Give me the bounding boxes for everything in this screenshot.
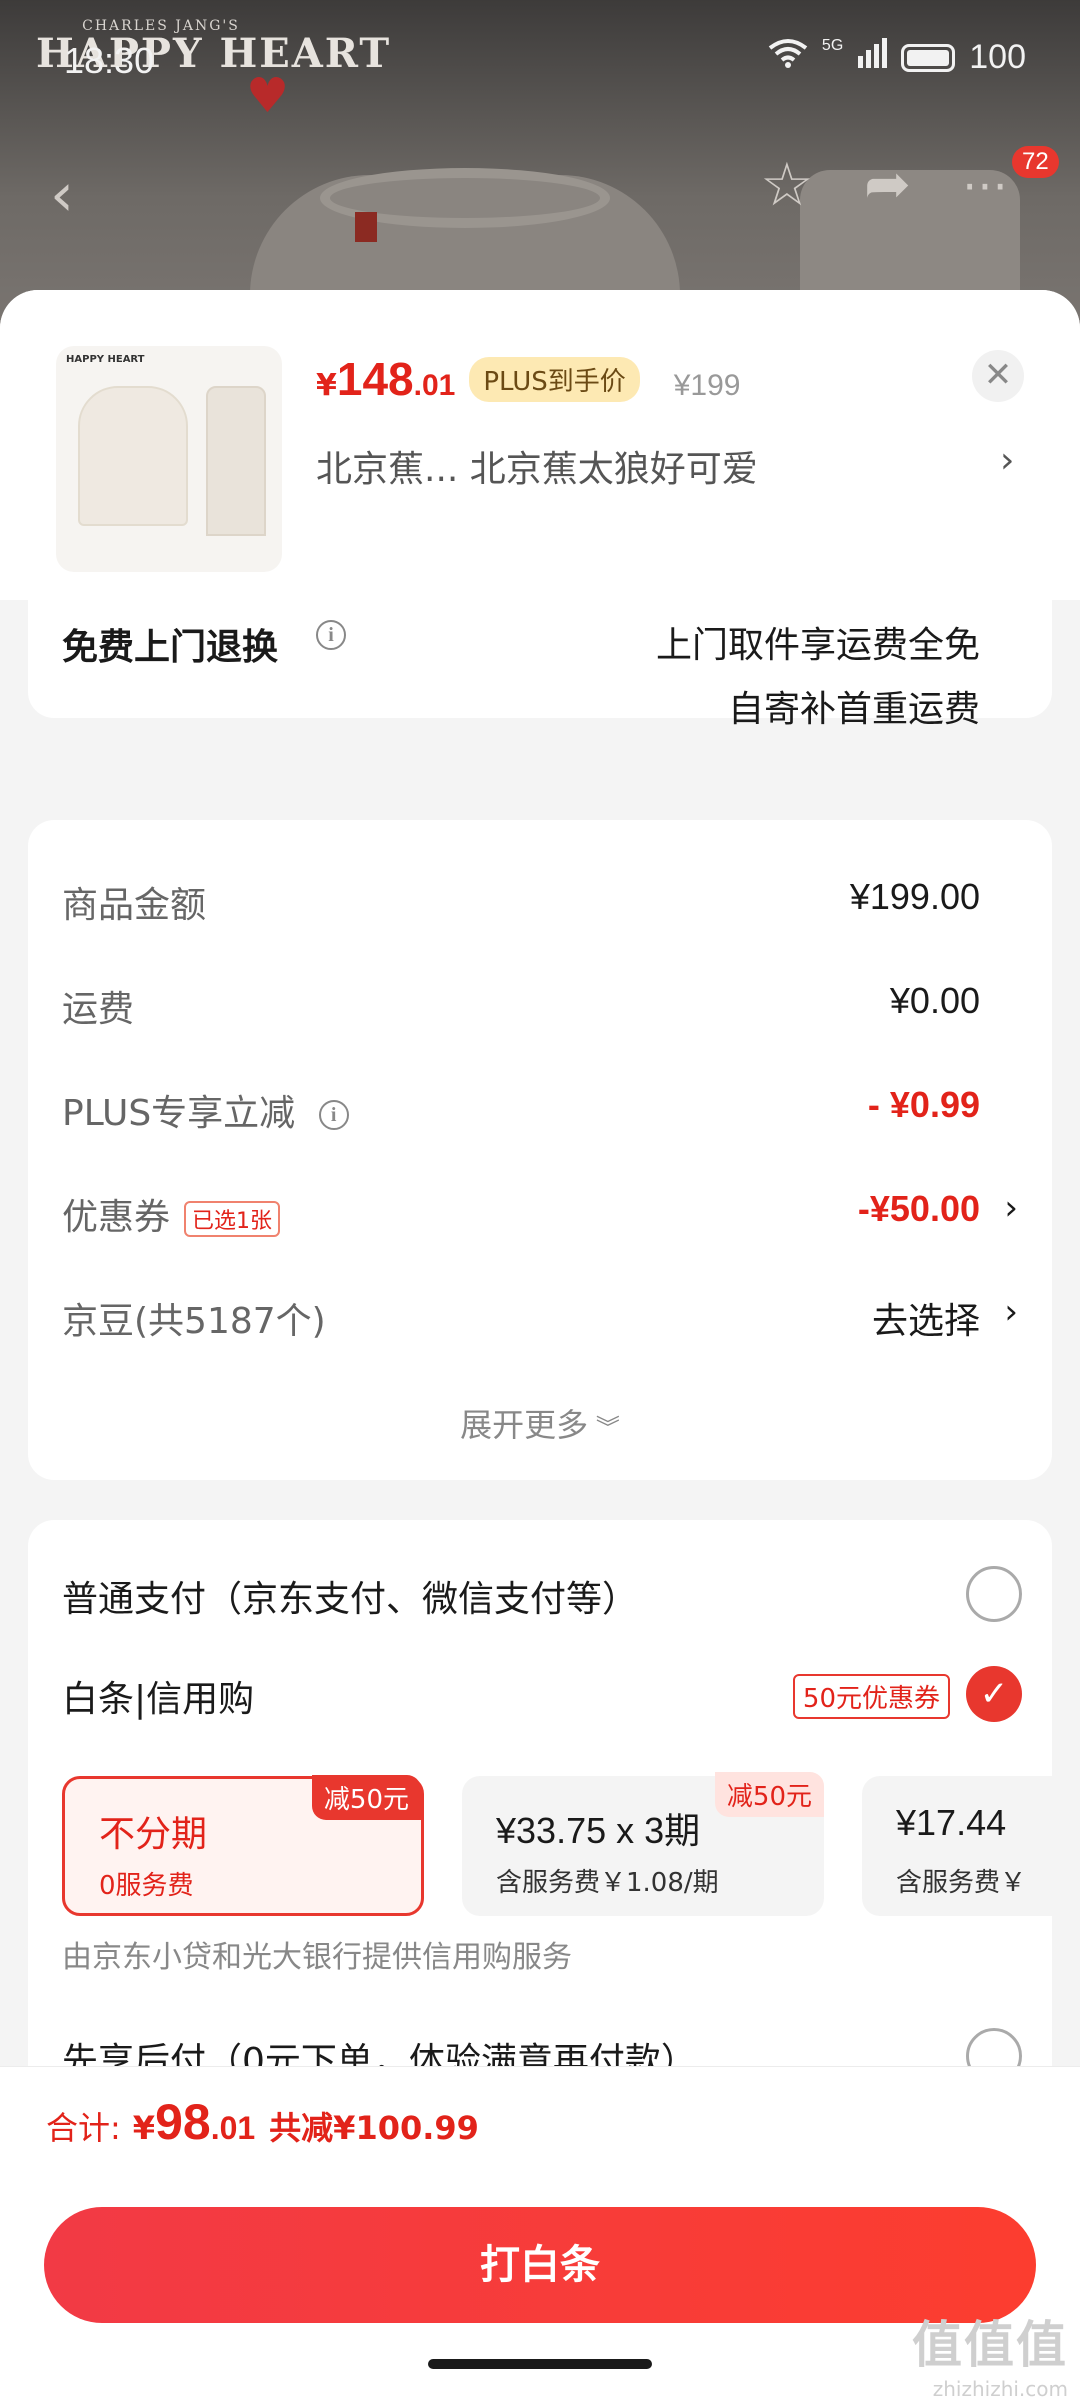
background-page: CHARLES JANG'S HAPPY HEART ♥ 18:30 5G 10… (0, 0, 1080, 330)
price-row: ¥148.01 PLUS到手价 ¥199 (316, 352, 741, 406)
watermark: 值值值 zhizhizhi.com (912, 2316, 1068, 2400)
share-icon[interactable]: ➦ (864, 152, 911, 217)
return-service-title: 免费上门退换 (62, 627, 279, 668)
cost-value: ¥199.00 (849, 876, 980, 917)
cost-value: - ¥0.99 (867, 1084, 980, 1125)
plan-discount-badge: 减50元 (311, 1775, 421, 1820)
submit-order-button[interactable]: 打白条 (44, 2207, 1036, 2323)
cost-value: -¥50.00 (857, 1188, 980, 1229)
installment-plans: 不分期 0服务费 减50元 ¥33.75 x 3期 含服务费￥1.08/期 减5… (62, 1768, 1052, 1918)
payment-option-normal[interactable]: 普通支付（京东支付、微信支付等） (62, 1566, 1022, 1630)
battery-level: 100 (969, 38, 1026, 76)
plan-6-periods[interactable]: ¥17.44 含服务费￥ (862, 1776, 1052, 1916)
plan-discount-badge: 减50元 (714, 1772, 824, 1817)
cost-row-jingdou[interactable]: 京豆(共5187个) 去选择 › (62, 1292, 1018, 1352)
info-icon[interactable]: i (318, 1100, 349, 1130)
more-icon[interactable]: ⋯ (962, 158, 1010, 212)
coupon-selected-tag: 已选1张 (184, 1201, 281, 1237)
radio-baitiao[interactable]: ✓ (966, 1666, 1022, 1722)
cost-value: ¥0.00 (889, 980, 980, 1021)
plus-price-tag: PLUS到手价 (469, 356, 640, 402)
heart-icon: ♥ (246, 68, 290, 124)
close-button[interactable]: ✕ (972, 350, 1024, 402)
cost-breakdown-card: 商品金额 ¥199.00 运费 ¥0.00 PLUS专享立减 i - ¥0.99… (28, 820, 1052, 1480)
cost-row-plus-discount: PLUS专享立减 i - ¥0.99 (62, 1084, 980, 1134)
current-price: ¥148.01 (316, 353, 456, 405)
payment-option-baitiao[interactable]: 白条|信用购 50元优惠券 ✓ (62, 1666, 1022, 1730)
return-service-line2: 自寄补首重运费 (727, 689, 980, 730)
thumbnail-pants (206, 386, 266, 536)
check-icon: ✓ (979, 1674, 1009, 1714)
plan-3-periods[interactable]: ¥33.75 x 3期 含服务费￥1.08/期 减50元 (462, 1772, 824, 1916)
status-icons: 5G 100 (768, 36, 1026, 77)
return-service-line1: 上门取件享运费全免 (655, 625, 980, 666)
credit-provider-note: 由京东小贷和光大银行提供信用购服务 (62, 1940, 572, 1975)
checkout-sheet: HAPPY HEART ¥148.01 PLUS到手价 ¥199 ✕ 北京蕉..… (0, 290, 1080, 2400)
total-saved: 共减¥100.99 (269, 2109, 479, 2147)
signal-icon: 5G (821, 36, 844, 54)
cart-badge: 72 (1012, 146, 1059, 178)
wifi-icon (768, 38, 808, 77)
expand-more-button[interactable]: 展开更多 ︾ (28, 1400, 1052, 1446)
product-header: HAPPY HEART ¥148.01 PLUS到手价 ¥199 ✕ 北京蕉..… (0, 290, 1080, 600)
product-name[interactable]: 北京蕉... 北京蕉太狼好可爱 (316, 440, 758, 492)
payment-card: 普通支付（京东支付、微信支付等） 白条|信用购 50元优惠券 ✓ 不分期 0服务… (28, 1520, 1052, 2120)
signal-bars-icon (857, 38, 888, 77)
battery-icon (901, 43, 956, 72)
checkout-footer: 合计: ¥ 98 .01 共减¥100.99 打白条 值值值 zhizhizhi… (0, 2066, 1080, 2400)
cost-row-goods: 商品金额 ¥199.00 (62, 876, 980, 926)
plan-no-installment[interactable]: 不分期 0服务费 减50元 (62, 1775, 424, 1916)
radio-normal-pay[interactable] (966, 1566, 1022, 1622)
home-indicator[interactable] (428, 2359, 652, 2369)
star-icon[interactable]: ☆ (760, 150, 814, 220)
return-service-card: 免费上门退换 i 上门取件享运费全免 自寄补首重运费 (28, 590, 1052, 730)
chevron-right-icon[interactable]: › (1004, 1292, 1018, 1332)
chevron-right-icon[interactable]: › (1000, 440, 1014, 481)
chevron-right-icon[interactable]: › (1004, 1188, 1018, 1228)
product-thumbnail[interactable]: HAPPY HEART (56, 346, 282, 572)
cost-row-shipping: 运费 ¥0.00 (62, 980, 980, 1030)
status-time: 18:30 (64, 40, 155, 81)
cost-row-coupon[interactable]: 优惠券 已选1张 -¥50.00 › (62, 1188, 1018, 1248)
baitiao-coupon-tag[interactable]: 50元优惠券 (792, 1674, 950, 1719)
original-price: ¥199 (673, 369, 741, 402)
info-icon[interactable]: i (316, 620, 346, 650)
cost-value: 去选择 (871, 1300, 980, 1341)
background-tee-tag (355, 212, 377, 242)
order-total: 合计: ¥ 98 .01 共减¥100.99 (46, 2094, 479, 2150)
chevron-down-icon: ︾ (588, 1414, 620, 1442)
close-icon: ✕ (983, 355, 1013, 395)
thumbnail-tee (78, 386, 188, 526)
back-icon[interactable]: ‹ (50, 160, 74, 230)
thumbnail-logo: HAPPY HEART (66, 354, 145, 365)
